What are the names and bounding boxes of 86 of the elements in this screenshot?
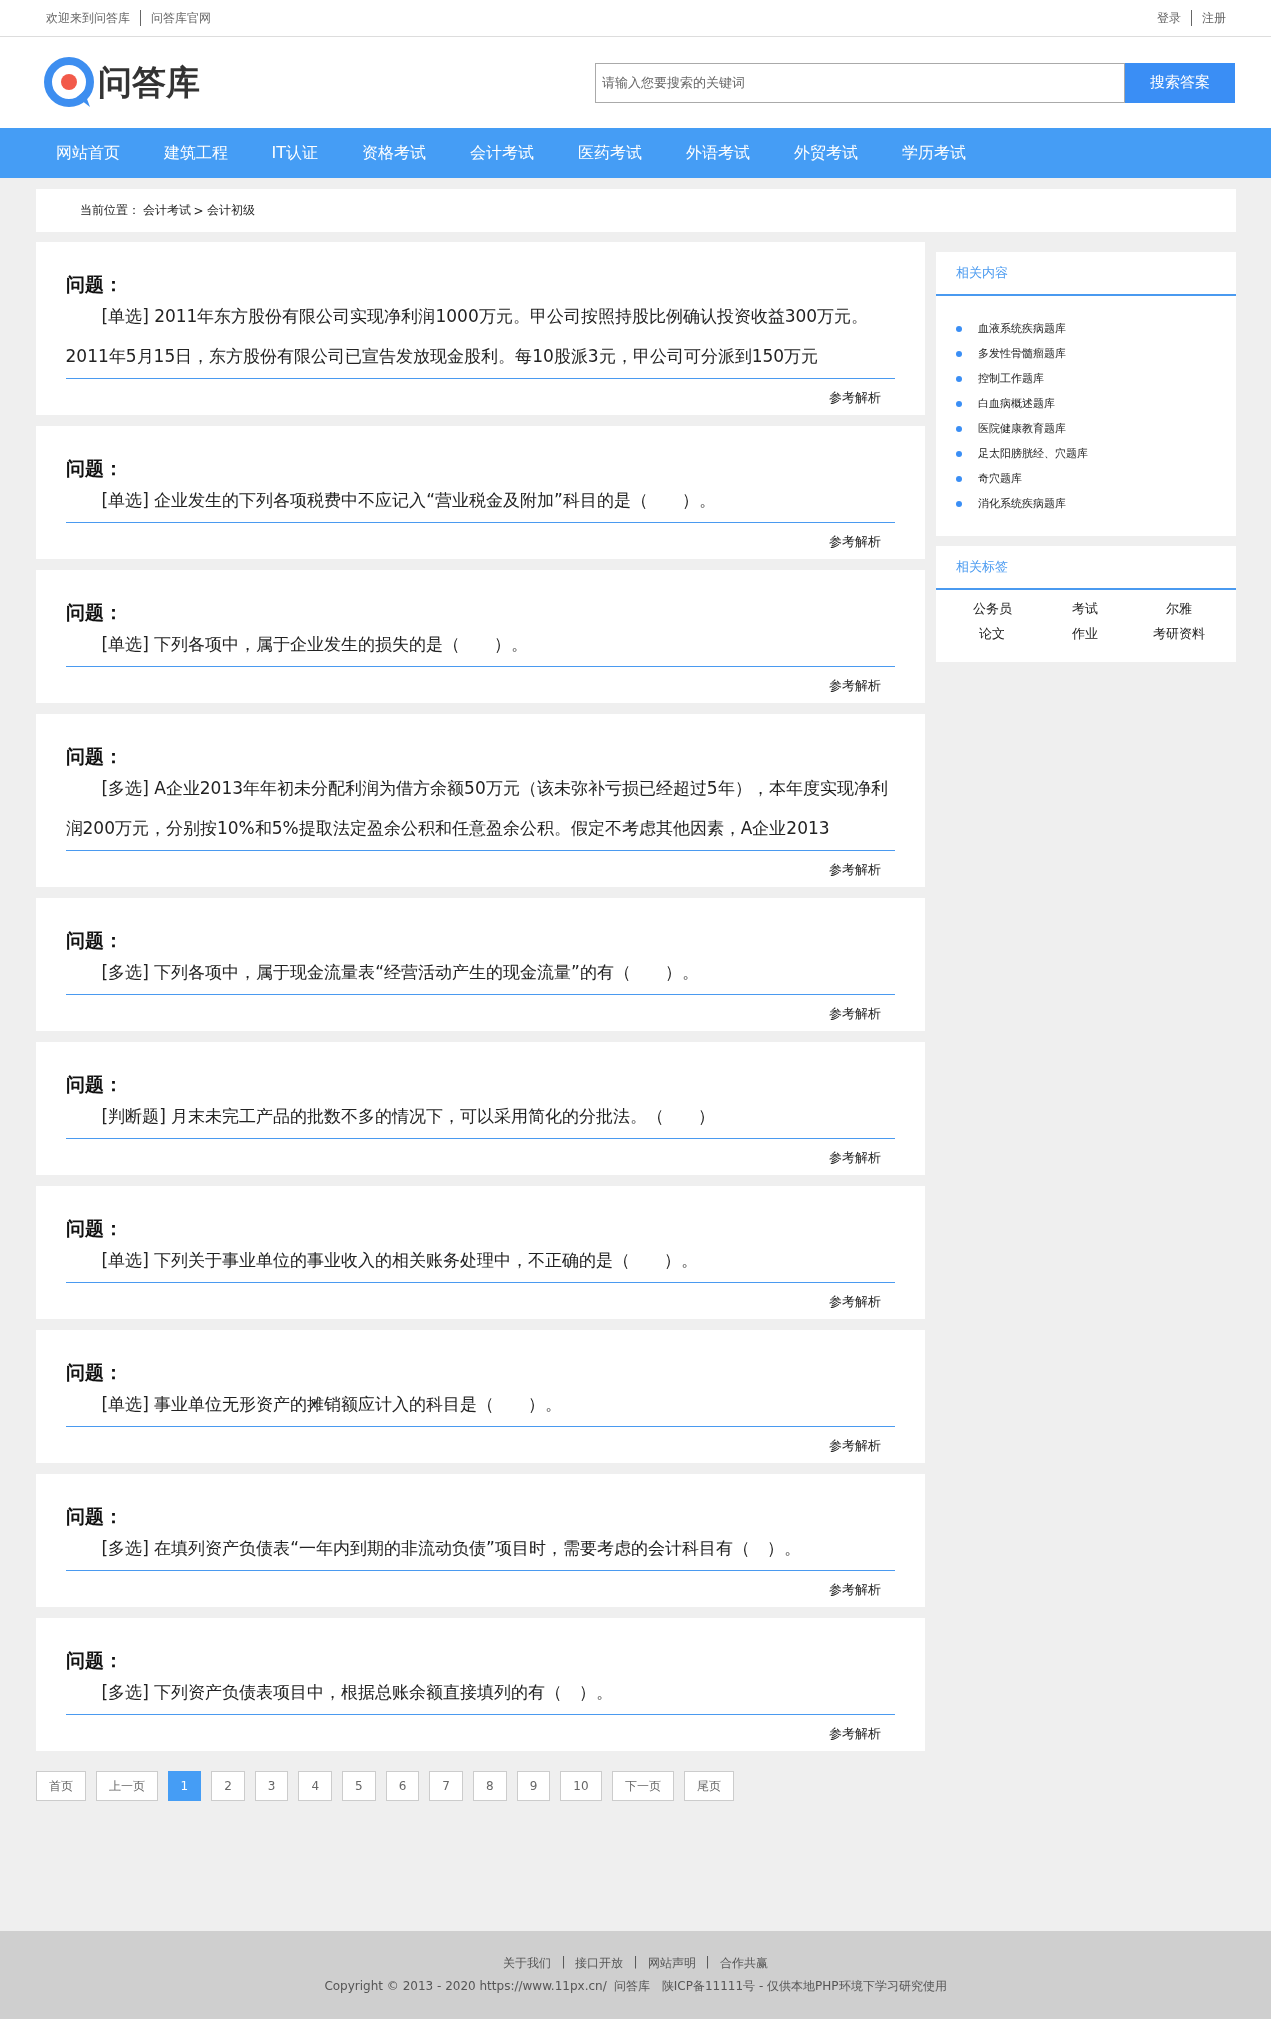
analysis-link[interactable]: 参考解析 — [828, 1293, 881, 1311]
top-link[interactable]: 登录 — [1156, 9, 1181, 27]
question-heading: 问题： — [65, 600, 124, 624]
bullet-icon — [955, 400, 962, 407]
panel-title: 相关标签 — [935, 546, 1236, 590]
question-text[interactable]: [多选] 下列各项中，属于现金流量表“经营活动产生的现金流量”的有（ ）。 — [65, 952, 895, 995]
question-heading: 问题： — [65, 1216, 124, 1240]
tag-link[interactable]: 公务员 — [945, 596, 1039, 621]
question-heading: 问题： — [65, 456, 124, 480]
related-link[interactable]: 足太阳膀胱经、穴题库 — [977, 446, 1088, 461]
breadcrumb-separator: > — [193, 203, 204, 218]
question-text[interactable]: [单选] 下列各项中，属于企业发生的损失的是（ ）。 — [65, 624, 895, 667]
page-button[interactable]: 9 — [516, 1771, 551, 1801]
question-text[interactable]: [单选] 下列关于事业单位的事业收入的相关账务处理中，不正确的是（ ）。 — [65, 1240, 895, 1283]
analysis-link[interactable]: 参考解析 — [828, 1725, 881, 1743]
page-button[interactable]: 4 — [298, 1771, 333, 1801]
bullet-icon — [955, 375, 962, 382]
analysis-link[interactable]: 参考解析 — [828, 533, 881, 551]
analysis-link[interactable]: 参考解析 — [828, 389, 881, 407]
page-button[interactable]: 2 — [211, 1771, 245, 1801]
footer-link[interactable]: 网站声明 — [647, 1955, 696, 1972]
panel-title: 相关内容 — [935, 252, 1236, 296]
question-heading: 问题： — [65, 744, 124, 768]
related-link[interactable]: 医院健康教育题库 — [977, 421, 1066, 436]
tag-link[interactable]: 考研资料 — [1132, 621, 1226, 646]
analysis-link[interactable]: 参考解析 — [828, 861, 881, 879]
footer-separator: | — [705, 1955, 710, 1971]
related-link[interactable]: 消化系统疾病题库 — [977, 496, 1066, 511]
question-text[interactable]: [单选] 2011年东方股份有限公司实现净利润1000万元。甲公司按照持股比例确认投资收益300万元。2011年5月15日，东方股份有限公司已宣告发放现金股利。每10股派3元，甲公司可分派到150万元 — [65, 296, 895, 379]
bullet-icon — [955, 500, 962, 507]
question-heading: 问题： — [65, 1072, 124, 1096]
question-text[interactable]: [判断题] 月末未完工产品的批数不多的情况下，可以采用简化的分批法。（ ） — [65, 1096, 895, 1139]
page-button[interactable]: 5 — [342, 1771, 376, 1801]
analysis-link[interactable]: 参考解析 — [828, 1149, 881, 1167]
footer-separator: | — [561, 1955, 566, 1971]
bullet-icon — [955, 325, 962, 332]
tag-link[interactable]: 尔雅 — [1132, 596, 1226, 621]
footer-separator: | — [633, 1955, 638, 1971]
question-heading: 问题： — [65, 1648, 124, 1672]
analysis-link[interactable]: 参考解析 — [828, 1581, 881, 1599]
page-button[interactable]: 下一页 — [611, 1771, 674, 1801]
page-button[interactable]: 8 — [473, 1771, 507, 1801]
question-text[interactable]: [多选] 在填列资产负债表“一年内到期的非流动负债”项目时，需要考虑的会计科目有（ ）。 — [65, 1528, 895, 1571]
top-link[interactable]: 欢迎来到问答库 — [45, 9, 130, 27]
copyright-text: Copyright © 2013 - 2020 https://www.11px.cn/ 问答库 陕ICP备11111号 - 仅供本地PHP环境下学习研究使用 — [324, 1978, 947, 1995]
page-button[interactable]: 3 — [254, 1771, 289, 1801]
footer-link[interactable]: 接口开放 — [575, 1955, 624, 1972]
page-button[interactable]: 首页 — [35, 1771, 86, 1801]
tag-link[interactable]: 考试 — [1038, 596, 1133, 621]
analysis-link[interactable]: 参考解析 — [828, 677, 881, 695]
page-button[interactable]: 上一页 — [95, 1771, 158, 1801]
related-link[interactable]: 白血病概述题库 — [977, 396, 1055, 411]
search-field[interactable]: 请输入您要搜索的关键词 — [595, 62, 1125, 103]
breadcrumb-label: 当前位置： — [79, 202, 140, 219]
logo-icon — [44, 56, 94, 109]
breadcrumb-link[interactable]: 会计初级 — [206, 202, 255, 219]
question-heading: 问题： — [65, 272, 124, 296]
question-text[interactable]: [多选] 下列资产负债表项目中，根据总账余额直接填列的有（ ）。 — [65, 1672, 895, 1715]
top-link[interactable]: 注册 — [1201, 9, 1226, 27]
page-button[interactable]: 10 — [560, 1771, 602, 1801]
question-heading: 问题： — [65, 928, 124, 952]
bullet-icon — [955, 350, 962, 357]
bullet-icon — [955, 475, 962, 482]
related-link[interactable]: 多发性骨髓瘤题库 — [977, 346, 1066, 361]
bullet-icon — [955, 450, 962, 457]
page-button[interactable]: 7 — [429, 1771, 463, 1801]
question-heading: 问题： — [65, 1504, 124, 1528]
page-button[interactable]: 尾页 — [683, 1771, 734, 1801]
tag-link[interactable]: 论文 — [945, 621, 1039, 646]
related-link[interactable]: 控制工作题库 — [977, 371, 1044, 386]
analysis-link[interactable]: 参考解析 — [828, 1005, 881, 1023]
related-link[interactable]: 血液系统疾病题库 — [977, 321, 1066, 336]
footer-link[interactable]: 关于我们 — [503, 1955, 552, 1972]
question-text[interactable]: [单选] 事业单位无形资产的摊销额应计入的科目是（ ）。 — [65, 1384, 895, 1427]
related-link[interactable]: 奇穴题库 — [977, 471, 1022, 486]
page-button[interactable]: 6 — [385, 1771, 420, 1801]
analysis-link[interactable]: 参考解析 — [828, 1437, 881, 1455]
footer-link[interactable]: 合作共赢 — [719, 1955, 768, 1972]
bullet-icon — [955, 425, 962, 432]
tag-link[interactable]: 作业 — [1038, 621, 1133, 646]
question-text[interactable]: [多选] A企业2013年年初未分配利润为借方余额50万元（该未弥补亏损已经超过5年），本年度实现净利润200万元，分别按10%和5%提取法定盈余公积和任意盈余公积。假定不考虑其他因素，A企业2013 — [65, 768, 895, 851]
breadcrumb-link[interactable]: 会计考试 — [142, 202, 191, 219]
question-text[interactable]: [单选] 企业发生的下列各项税费中不应记入“营业税金及附加”科目的是（ ）。 — [65, 480, 895, 523]
top-link[interactable]: 问答库官网 — [150, 9, 211, 27]
logo-text[interactable]: 问答库 — [98, 59, 200, 106]
question-heading: 问题： — [65, 1360, 124, 1384]
